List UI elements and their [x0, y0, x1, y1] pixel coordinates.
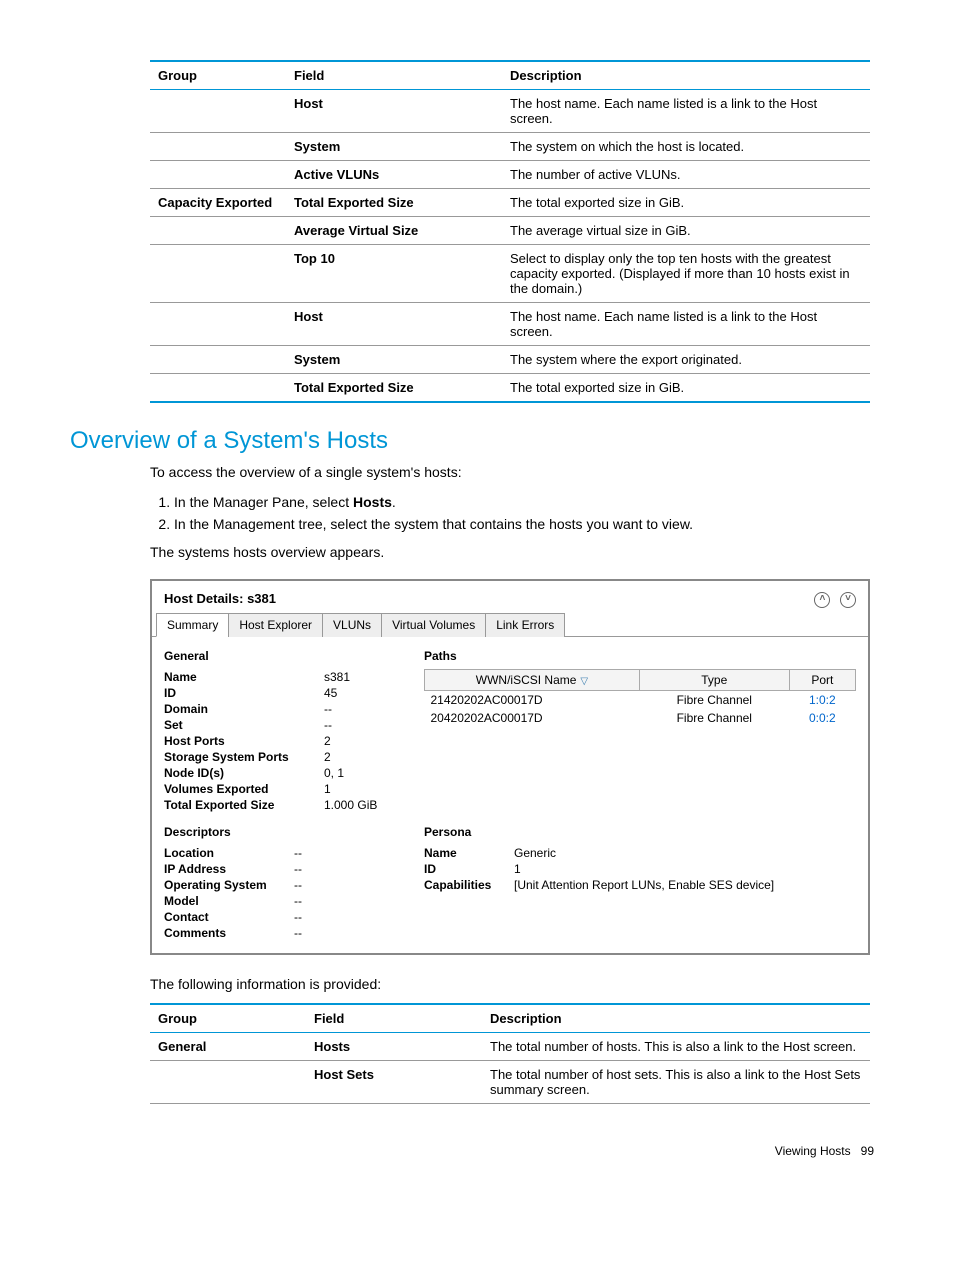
- tab-link-errors[interactable]: Link Errors: [485, 613, 565, 637]
- paths-table: WWN/iSCSI Name▽ Type Port 21420202AC0001…: [424, 669, 856, 727]
- col-description: Description: [502, 61, 870, 90]
- host-details-panel: Host Details: s381 ˄ ˅ Summary Host Expl…: [150, 579, 870, 955]
- port-link[interactable]: 1:0:2: [789, 690, 855, 709]
- col-description: Description: [482, 1004, 870, 1033]
- page-footer: Viewing Hosts 99: [70, 1144, 884, 1158]
- table-capacity-exported: Group Field Description HostThe host nam…: [150, 60, 870, 403]
- paths-row: 21420202AC00017D Fibre Channel 1:0:2: [425, 690, 856, 709]
- intro-text: To access the overview of a single syste…: [150, 463, 884, 483]
- overview-line: The systems hosts overview appears.: [150, 543, 884, 563]
- col-field: Field: [286, 61, 502, 90]
- port-link[interactable]: 0:0:2: [789, 709, 855, 727]
- steps-list: In the Manager Pane, select Hosts. In th…: [150, 491, 884, 536]
- tab-bar: Summary Host Explorer VLUNs Virtual Volu…: [152, 612, 868, 637]
- following-line: The following information is provided:: [150, 975, 884, 995]
- paths-col-port[interactable]: Port: [789, 669, 855, 690]
- paths-row: 20420202AC00017D Fibre Channel 0:0:2: [425, 709, 856, 727]
- general-section: General Names381 ID45 Domain-- Set-- Hos…: [164, 645, 424, 813]
- section-heading: Overview of a System's Hosts: [70, 427, 884, 455]
- sort-desc-icon: ▽: [580, 676, 588, 687]
- paths-heading: Paths: [424, 649, 856, 663]
- step-1: In the Manager Pane, select Hosts.: [174, 491, 884, 513]
- general-heading: General: [164, 649, 424, 663]
- persona-section: Persona NameGeneric ID1 Capabilities[Uni…: [424, 821, 856, 941]
- collapse-up-icon[interactable]: ˄: [814, 592, 830, 608]
- col-field: Field: [306, 1004, 482, 1033]
- table-general-fields: Group Field Description GeneralHostsThe …: [150, 1003, 870, 1104]
- tab-summary[interactable]: Summary: [156, 613, 229, 637]
- descriptors-section: Descriptors Location-- IP Address-- Oper…: [164, 821, 424, 941]
- footer-page-number: 99: [861, 1144, 874, 1158]
- paths-col-type[interactable]: Type: [639, 669, 789, 690]
- panel-title: Host Details: s381: [164, 591, 276, 606]
- persona-heading: Persona: [424, 825, 856, 839]
- tab-virtual-volumes[interactable]: Virtual Volumes: [381, 613, 486, 637]
- paths-section: Paths WWN/iSCSI Name▽ Type Port 21420202…: [424, 645, 856, 813]
- collapse-down-icon[interactable]: ˅: [840, 592, 856, 608]
- footer-section: Viewing Hosts: [775, 1144, 851, 1158]
- tab-vluns[interactable]: VLUNs: [322, 613, 382, 637]
- col-group: Group: [150, 1004, 306, 1033]
- step-2: In the Management tree, select the syste…: [174, 513, 884, 535]
- paths-col-wwn[interactable]: WWN/iSCSI Name▽: [425, 669, 640, 690]
- tab-host-explorer[interactable]: Host Explorer: [228, 613, 323, 637]
- col-group: Group: [150, 61, 286, 90]
- descriptors-heading: Descriptors: [164, 825, 424, 839]
